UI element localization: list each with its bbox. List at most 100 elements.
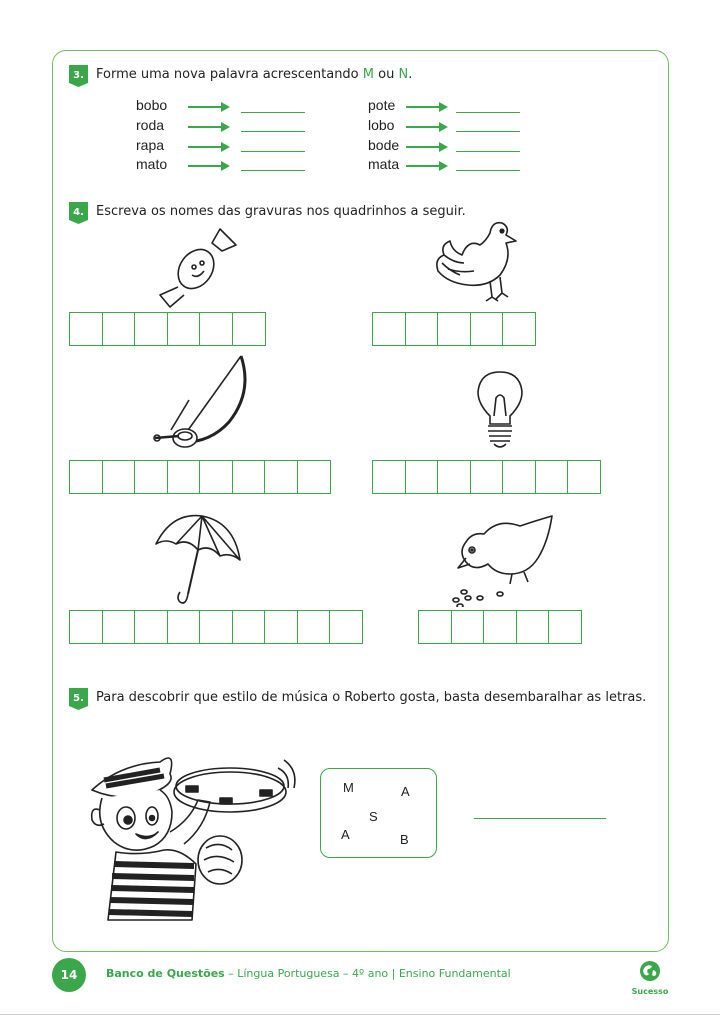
letter-box[interactable] [231,610,266,644]
letter-box[interactable] [166,460,201,494]
answer-grid-berimbau[interactable] [69,460,331,494]
word-left-1: bobo [136,97,168,113]
answer-blank[interactable] [456,170,520,171]
q3-letter-m: M [362,67,374,82]
question-3-badge: 3. [69,65,88,87]
q3-text-before: Forme uma nova palavra acrescentando [96,67,363,82]
letter-box[interactable] [450,610,485,644]
arrow-icon [188,102,230,112]
scrambled-letter: A [401,784,410,799]
letter-box[interactable] [329,610,363,644]
arrow-icon [188,122,230,132]
brand-logo: Sucesso [630,960,670,996]
answer-blank[interactable] [456,151,520,152]
scrambled-letter: S [369,809,378,824]
arrow-icon [406,161,448,171]
page-number: 14 [52,958,86,992]
letter-box[interactable] [166,610,201,644]
letter-box[interactable] [199,610,233,644]
answer-blank[interactable] [241,112,305,113]
letter-box[interactable] [134,610,168,644]
answer-blank[interactable] [474,818,606,819]
letter-box[interactable] [231,312,266,346]
answer-blank[interactable] [456,131,520,132]
boy-with-tambourine-icon [90,757,296,921]
answer-grid-light-bulb[interactable] [372,460,601,494]
question-4-text: Escreva os nomes das gravuras nos quadri… [96,204,466,219]
letter-box[interactable] [69,460,103,494]
umbrella-icon [155,514,241,604]
answer-blank[interactable] [456,112,520,113]
answer-grid-chick[interactable] [418,610,582,644]
answer-blank[interactable] [241,131,305,132]
scrambled-letter: M [343,780,354,795]
letter-box[interactable] [69,610,103,644]
scrambled-letters-box: M A S A B [320,768,437,858]
letter-box[interactable] [404,312,439,346]
word-right-1: pote [368,97,396,113]
letter-box[interactable] [296,460,331,494]
q3-text-mid: ou [374,67,399,82]
word-left-3: rapa [136,137,165,153]
question-4-badge: 4. [69,202,88,224]
letter-box[interactable] [101,460,136,494]
chick-icon [452,515,553,607]
arrow-icon [406,142,448,152]
letter-box[interactable] [134,460,168,494]
word-right-2: lobo [368,117,395,133]
letter-box[interactable] [502,460,536,494]
letter-box[interactable] [483,610,517,644]
word-right-4: mata [368,156,400,172]
scrambled-letter: A [341,827,350,842]
arrow-icon [188,142,230,152]
letter-box[interactable] [231,460,266,494]
globe-icon [640,961,660,981]
answer-grid-umbrella[interactable] [69,610,363,644]
letter-box[interactable] [534,460,569,494]
letter-box[interactable] [437,460,471,494]
candy-icon [159,228,237,308]
letter-box[interactable] [437,312,471,346]
letter-box[interactable] [101,312,136,346]
letter-box[interactable] [166,312,201,346]
letter-box[interactable] [372,460,406,494]
answer-grid-candy[interactable] [69,312,266,346]
page-bottom-edge [0,1014,720,1015]
word-left-2: roda [136,117,165,133]
letter-box[interactable] [101,610,136,644]
word-left-4: mato [136,156,168,172]
letter-box[interactable] [264,610,298,644]
hen-icon [436,221,517,302]
letter-box[interactable] [199,312,233,346]
answer-blank[interactable] [241,170,305,171]
arrow-icon [406,102,448,112]
question-3-text: Forme uma nova palavra acrescentando M o… [96,67,412,82]
letter-box[interactable] [134,312,168,346]
letter-box[interactable] [418,610,452,644]
answer-grid-hen[interactable] [372,312,536,346]
letter-box[interactable] [69,312,103,346]
question-5-badge: 5. [69,688,88,710]
letter-box[interactable] [264,460,298,494]
brand-name: Sucesso [631,987,669,996]
letter-box[interactable] [296,610,331,644]
arrow-icon [406,122,448,132]
letter-box[interactable] [567,460,601,494]
letter-box[interactable] [515,610,550,644]
footer-title-rest: – Língua Portuguesa – 4º ano | Ensino Fu… [224,967,511,980]
letter-box[interactable] [502,312,536,346]
question-5-text: Para descobrir que estilo de música o Ro… [96,690,647,705]
word-right-3: bode [368,137,400,153]
arrow-icon [188,161,230,171]
letter-box[interactable] [404,460,439,494]
letter-box[interactable] [548,610,582,644]
q3-text-after: . [408,67,413,82]
light-bulb-icon [477,371,523,448]
q3-letter-n: N [398,67,409,82]
answer-blank[interactable] [241,151,305,152]
letter-box[interactable] [199,460,233,494]
letter-box[interactable] [469,460,504,494]
letter-box[interactable] [372,312,406,346]
footer-title-bold: Banco de Questões [106,967,225,980]
letter-box[interactable] [469,312,504,346]
